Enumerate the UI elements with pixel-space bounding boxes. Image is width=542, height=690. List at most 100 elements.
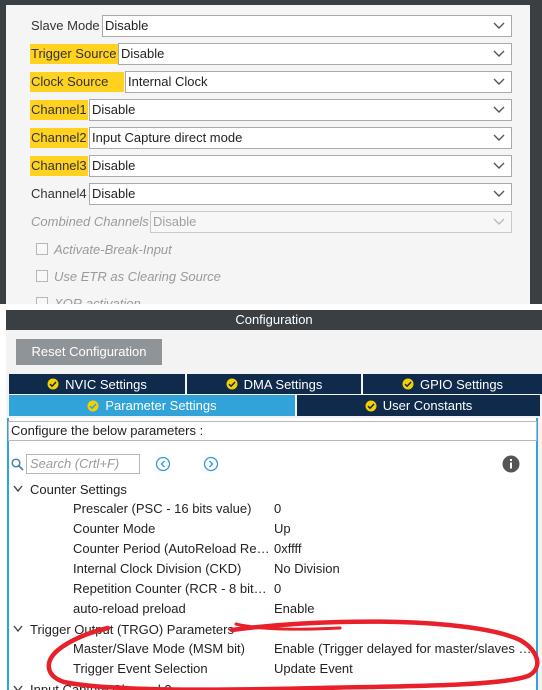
channel3-row: Channel3	[30, 155, 88, 177]
param-row[interactable]: auto-reload preload Enable	[73, 599, 533, 619]
chevron-down-icon	[13, 625, 23, 633]
check-circle-icon	[365, 400, 377, 411]
search-next-icon[interactable]	[203, 456, 219, 472]
input-capture-channel2-group[interactable]: Input Capture Channel 2	[12, 680, 172, 690]
tab-nvic-settings[interactable]: NVIC Settings	[9, 374, 185, 394]
param-row[interactable]: Counter Period (AutoReload Register - 16…	[73, 539, 533, 559]
param-name: Counter Period (AutoReload Register - 16…	[73, 541, 271, 556]
trigger-source-value: Disable	[121, 46, 165, 61]
param-value[interactable]: Update Event	[274, 661, 532, 676]
settings-tabs-row2: Parameter Settings User Constants	[9, 395, 542, 416]
activate-break-input-label: Activate-Break-Input	[54, 241, 172, 257]
tab-gpio-settings-label: GPIO Settings	[419, 376, 504, 392]
channel3-label: Channel3	[30, 156, 88, 176]
channel1-select[interactable]: Disable	[89, 99, 512, 121]
param-row[interactable]: Trigger Event Selection Update Event	[73, 659, 533, 679]
counter-settings-group[interactable]: Counter Settings	[12, 479, 127, 499]
combined-channels-row: Combined Channels	[30, 211, 150, 233]
use-etr-label: Use ETR as Clearing Source	[54, 268, 221, 284]
param-name: Trigger Event Selection	[73, 661, 208, 676]
trgo-parameters-group[interactable]: Trigger Output (TRGO) Parameters	[12, 619, 234, 639]
tab-gpio-settings[interactable]: GPIO Settings	[363, 374, 542, 394]
param-value[interactable]: Up	[274, 521, 532, 536]
configuration-header: Configuration	[6, 310, 542, 330]
param-name: Master/Slave Mode (MSM bit)	[73, 641, 245, 656]
chevron-down-icon	[493, 22, 505, 29]
param-name: auto-reload preload	[73, 601, 186, 616]
channel2-select[interactable]: Input Capture direct mode	[89, 127, 512, 149]
channel1-row: Channel1	[30, 99, 88, 121]
tab-nvic-settings-label: NVIC Settings	[65, 376, 147, 392]
combined-channels-value: Disable	[153, 214, 197, 229]
trigger-source-label: Trigger Source	[30, 44, 118, 64]
tab-dma-settings[interactable]: DMA Settings	[187, 374, 361, 394]
clock-source-value: Internal Clock	[128, 74, 208, 89]
slave-mode-select[interactable]: Disable	[102, 15, 512, 37]
param-value[interactable]: No Division	[274, 561, 532, 576]
channel1-label: Channel1	[30, 100, 88, 120]
xor-activation-option[interactable]: XOR activation	[36, 294, 141, 304]
slave-mode-row: Slave Mode	[30, 15, 101, 37]
xor-activation-label: XOR activation	[54, 295, 141, 305]
param-row[interactable]: Counter Mode Up	[73, 519, 533, 539]
search-icon	[11, 458, 24, 471]
slave-mode-value: Disable	[105, 18, 149, 33]
use-etr-checkbox[interactable]	[36, 270, 48, 282]
chevron-down-icon	[493, 218, 505, 225]
info-icon[interactable]	[502, 455, 520, 473]
param-row[interactable]: Prescaler (PSC - 16 bits value) 0	[73, 499, 533, 519]
reset-configuration-button[interactable]: Reset Configuration	[16, 339, 162, 365]
param-row[interactable]: Master/Slave Mode (MSM bit) Enable (Trig…	[73, 639, 533, 659]
channel2-label: Channel2	[30, 128, 88, 148]
chevron-down-icon	[493, 162, 505, 169]
chevron-down-icon	[493, 190, 505, 197]
check-circle-icon	[402, 378, 414, 390]
channel2-value: Input Capture direct mode	[92, 130, 243, 145]
chevron-down-icon	[493, 78, 505, 85]
tab-user-constants[interactable]: User Constants	[297, 395, 540, 416]
param-row[interactable]: Internal Clock Division (CKD) No Divisio…	[73, 559, 533, 579]
combined-channels-select: Disable	[150, 211, 512, 233]
slave-mode-label: Slave Mode	[31, 18, 100, 33]
channel3-select[interactable]: Disable	[89, 155, 512, 177]
param-value[interactable]: 0	[274, 581, 532, 596]
param-value[interactable]: Enable (Trigger delayed for master/slave…	[274, 641, 532, 656]
tab-dma-settings-label: DMA Settings	[243, 376, 323, 392]
param-name: Repetition Counter (RCR - 8 bits value)	[73, 581, 271, 596]
input-capture-channel2-title: Input Capture Channel 2	[30, 681, 172, 690]
check-circle-icon	[47, 378, 59, 390]
use-etr-option[interactable]: Use ETR as Clearing Source	[36, 267, 221, 285]
param-value[interactable]: 0	[274, 501, 532, 516]
counter-settings-title: Counter Settings	[30, 481, 127, 497]
param-row[interactable]: Repetition Counter (RCR - 8 bits value) …	[73, 579, 533, 599]
trgo-parameters-title: Trigger Output (TRGO) Parameters	[30, 621, 234, 637]
channel4-value: Disable	[92, 186, 136, 201]
tab-parameter-settings[interactable]: Parameter Settings	[9, 395, 295, 416]
xor-activation-checkbox[interactable]	[36, 297, 48, 304]
activate-break-input-checkbox[interactable]	[36, 243, 48, 255]
clock-source-select[interactable]: Internal Clock	[125, 71, 512, 93]
chevron-down-icon	[493, 106, 505, 113]
param-value[interactable]: 0xffff	[274, 541, 532, 556]
check-circle-icon	[87, 400, 99, 411]
activate-break-input-option[interactable]: Activate-Break-Input	[36, 240, 172, 258]
search-input[interactable]: Search (Crtl+F)	[26, 454, 140, 474]
trigger-source-select[interactable]: Disable	[118, 43, 512, 65]
chevron-down-icon	[493, 134, 505, 141]
combined-channels-label: Combined Channels	[31, 214, 149, 229]
channel4-label: Channel4	[31, 186, 87, 201]
check-circle-icon	[226, 378, 238, 390]
input-capture-group-clip: Input Capture Channel 2	[0, 680, 542, 690]
xor-activation-option-clipped: XOR activation	[36, 294, 156, 304]
clock-source-label: Clock Source	[30, 72, 125, 92]
param-name: Prescaler (PSC - 16 bits value)	[73, 501, 252, 516]
channel4-select[interactable]: Disable	[89, 183, 512, 205]
param-name: Counter Mode	[73, 521, 156, 536]
chevron-down-icon	[493, 50, 505, 57]
channel1-value: Disable	[92, 102, 136, 117]
search-previous-icon[interactable]	[155, 456, 171, 472]
param-name: Internal Clock Division (CKD)	[73, 561, 242, 576]
clock-source-row: Clock Source	[30, 71, 125, 93]
param-value[interactable]: Enable	[274, 601, 532, 616]
tab-parameter-settings-label: Parameter Settings	[105, 398, 217, 413]
